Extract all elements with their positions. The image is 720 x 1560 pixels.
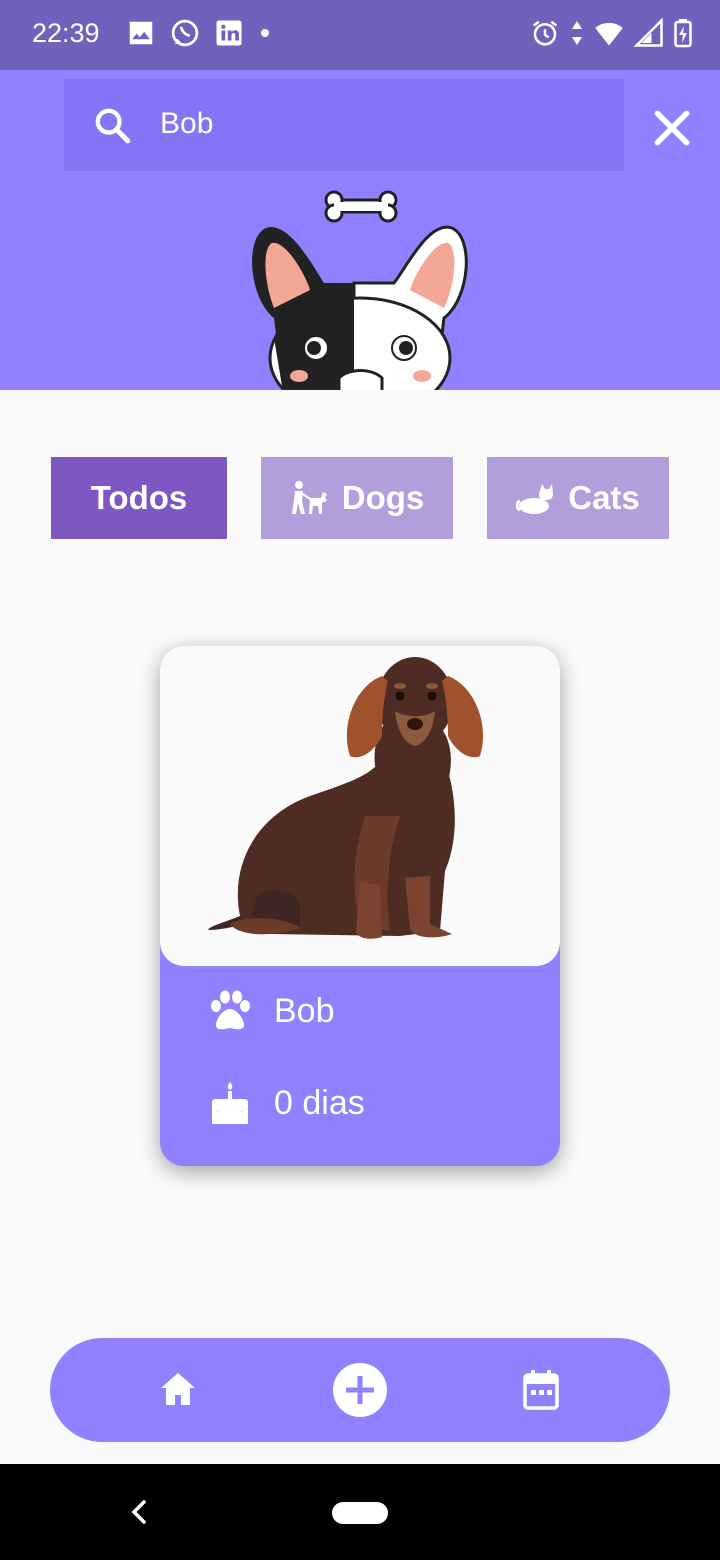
status-notification-icons (126, 18, 272, 48)
search-header (0, 70, 720, 390)
cat-icon (516, 484, 554, 514)
search-input[interactable] (160, 99, 600, 149)
image-icon (129, 21, 153, 45)
pet-name-row: Bob (208, 990, 335, 1032)
pet-name: Bob (274, 991, 335, 1030)
whatsapp-icon (171, 19, 199, 47)
pet-image-container (160, 646, 560, 966)
paw-icon (211, 990, 250, 1030)
close-icon[interactable] (650, 106, 694, 150)
home-icon[interactable] (158, 1370, 198, 1408)
dachshund-image (208, 657, 484, 939)
pet-age-row: 0 dias (208, 1080, 365, 1126)
system-navigation-bar (0, 1464, 720, 1560)
filter-cats-label: Cats (568, 479, 640, 516)
filter-todos-label: Todos (90, 479, 188, 516)
data-arrows-icon (572, 21, 582, 45)
alarm-icon (533, 20, 557, 46)
add-circle-icon[interactable] (332, 1362, 388, 1418)
notification-dot-icon (261, 29, 269, 37)
category-filters: Todos Dogs Cats (0, 457, 720, 539)
dog-walk-icon (291, 481, 327, 514)
calendar-icon[interactable] (522, 1369, 560, 1411)
pet-age: 0 dias (274, 1083, 365, 1122)
wifi-icon (595, 22, 623, 46)
signal-icon (634, 18, 663, 47)
pet-card[interactable]: Bob 0 dias (160, 646, 560, 1166)
battery-icon (674, 19, 692, 48)
bone-icon (324, 190, 398, 223)
filter-dogs-label: Dogs (341, 479, 425, 516)
status-system-icons (530, 18, 692, 48)
french-bulldog-mascot (252, 190, 468, 390)
search-bar[interactable] (64, 79, 624, 171)
filter-cats-button[interactable]: Cats (487, 457, 669, 539)
filter-dogs-button[interactable]: Dogs (261, 457, 453, 539)
status-bar: 22:39 (0, 0, 720, 70)
home-gesture-pill[interactable] (332, 1502, 388, 1524)
linkedin-icon (216, 20, 242, 46)
filter-todos-button[interactable]: Todos (51, 457, 227, 539)
bottom-navigation (50, 1338, 670, 1442)
search-icon (95, 108, 131, 144)
status-time: 22:39 (32, 18, 100, 48)
back-icon[interactable] (128, 1498, 150, 1526)
cake-icon (212, 1082, 248, 1124)
